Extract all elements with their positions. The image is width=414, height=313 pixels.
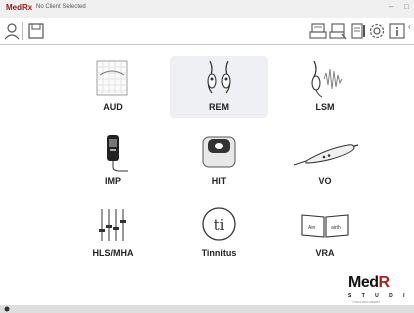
tile-imp[interactable]: IMP (64, 130, 162, 192)
toolbar-divider (22, 22, 23, 40)
brand-copyright: ©2013-2022 MEDRX (352, 300, 381, 304)
window-title: No Client Selected (36, 4, 86, 10)
tile-vra[interactable]: Ain airth VRA (276, 202, 374, 264)
tile-label-hls-mha: HLS/MHA (92, 248, 134, 258)
rem-probe-icon (207, 60, 231, 94)
status-bar (0, 305, 414, 313)
report-icon[interactable] (349, 22, 367, 40)
brand-studio: S T U D I (348, 293, 410, 299)
print-report-icon[interactable] (329, 22, 347, 40)
minimize-button[interactable]: – (389, 2, 393, 11)
tile-hls-mha[interactable]: HLS/MHA (64, 202, 162, 264)
tile-label-hit: HIT (211, 176, 227, 186)
app-logo: MedRx (6, 3, 32, 12)
tile-label-imp: IMP (104, 176, 121, 186)
live-speech-mapping-icon (311, 60, 343, 98)
title-bar: MedRx No Client Selected – □ (0, 0, 414, 19)
status-indicator-icon (4, 306, 10, 312)
app-logo-rx: Rx (22, 3, 33, 12)
tile-label-vra: VRA (315, 248, 335, 258)
tile-hit[interactable]: HIT (170, 130, 268, 192)
tile-label-lsm: LSM (315, 102, 335, 112)
settings-gear-icon[interactable] (368, 22, 386, 40)
tile-label-tinnitus: Tinnitus (201, 248, 237, 258)
info-icon[interactable] (388, 22, 406, 40)
video-otoscope-icon (293, 144, 359, 166)
hearing-instrument-test-box-icon (202, 136, 236, 168)
client-icon[interactable] (4, 22, 22, 40)
vra-left-screen-text: Ain (308, 225, 316, 231)
tinnitus-ti-icon: ti (202, 207, 236, 241)
brand-r: R (378, 274, 391, 291)
medrx-studio-logo: MedR S T U D I ©2013-2022 MEDRX (346, 274, 414, 306)
audiogram-icon (96, 60, 128, 96)
toolbar: ‹ (0, 18, 414, 45)
vra-display-icon (301, 214, 349, 238)
vra-right-screen-text: airth (331, 225, 341, 231)
toolbar-overflow-indicator: ‹ (408, 22, 411, 31)
equalizer-sliders-icon (99, 209, 126, 241)
app-logo-med: Med (6, 3, 22, 12)
impedance-meter-icon (107, 135, 128, 172)
tile-rem[interactable]: REM (170, 56, 268, 118)
tile-label-rem: REM (209, 102, 229, 112)
brand-med: Med (348, 274, 379, 291)
tile-aud[interactable]: AUD (64, 56, 162, 118)
tile-lsm[interactable]: LSM (276, 56, 374, 118)
tile-label-aud: AUD (103, 102, 123, 112)
save-icon[interactable] (27, 22, 45, 40)
tile-tinnitus[interactable]: ti Tinnitus (170, 202, 268, 264)
tile-vo[interactable]: VO (276, 130, 374, 192)
print-icon[interactable] (309, 22, 327, 40)
tile-label-vo: VO (318, 176, 332, 186)
maximize-button[interactable]: □ (404, 2, 409, 11)
svg-text:ti: ti (214, 216, 225, 234)
brand-wordmark: MedR (348, 274, 390, 292)
